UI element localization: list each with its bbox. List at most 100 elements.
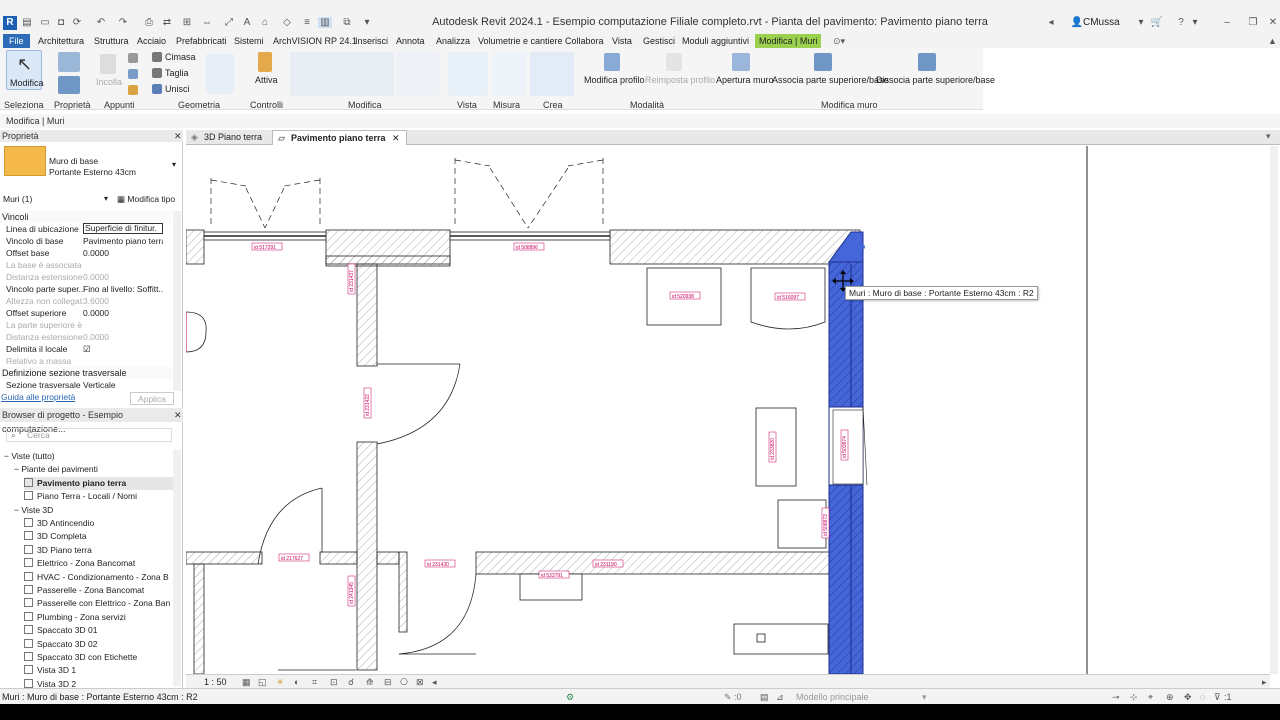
property-row[interactable]: Vincolo parte super... Fino al livello: S… [0, 283, 172, 295]
door-3[interactable] [398, 573, 477, 655]
door-2[interactable] [257, 487, 323, 565]
user-dropdown-icon[interactable]: ▾ [1134, 17, 1148, 28]
property-row-sezione[interactable]: Sezione trasversale Verticale [0, 379, 172, 391]
instance-filter[interactable]: Muri (1) [3, 194, 32, 204]
ribbon-toggle-icon[interactable]: ⊙▾ [833, 34, 845, 48]
select-links-icon[interactable]: ⊸ [1112, 689, 1120, 705]
type-name[interactable]: Muro di base [49, 156, 98, 166]
background-process-icon[interactable]: ◌ [1200, 689, 1205, 705]
tab-moduli-aggiuntivi[interactable]: Moduli aggiuntivi [682, 34, 749, 48]
property-value[interactable]: 0.0000 [83, 247, 163, 259]
close-browser-icon[interactable]: ✕ [174, 408, 182, 422]
tree-item-view[interactable]: 3D Antincendio [24, 517, 174, 530]
scroll-right-icon[interactable]: ▸ [1262, 675, 1267, 689]
tree-item-view[interactable]: HVAC - Condizionamento - Zona B [24, 571, 174, 584]
tab-prefabbricati[interactable]: Prefabbricati [176, 34, 227, 48]
editable-icon[interactable]: ✎ [724, 689, 732, 705]
cart-icon[interactable]: 🛒 [1150, 17, 1164, 28]
wall-interior-left[interactable] [325, 255, 451, 671]
tree-group[interactable]: − Viste (tutto) [4, 450, 174, 463]
atm-unit[interactable] [777, 499, 827, 549]
worksharing-icon[interactable]: ⊟ [384, 675, 392, 689]
type-selector-dropdown-icon[interactable]: ▾ [172, 160, 176, 169]
tag-520938[interactable]: id 520938 [672, 294, 694, 300]
tree-group[interactable]: − Viste 3D [14, 504, 174, 517]
close-tab-icon[interactable]: ✕ [392, 133, 400, 143]
properties-help-link[interactable]: Guida alle proprietà [1, 392, 75, 402]
wall-opening-icon[interactable] [732, 53, 750, 71]
properties-scrollbar[interactable] [173, 211, 181, 391]
browser-search-input[interactable]: ⌕ Cerca [6, 428, 172, 442]
edit-profile-icon[interactable] [604, 53, 620, 71]
geometry-tools-icon[interactable] [206, 54, 234, 94]
door-1[interactable] [376, 363, 461, 445]
property-row[interactable]: Vincolo di base Pavimento piano terra [0, 235, 172, 247]
filter-icon[interactable]: ⊽ [1214, 689, 1221, 705]
cut-geometry-button[interactable]: Taglia [165, 68, 189, 78]
highlight-icon[interactable]: ⊠ [416, 675, 424, 689]
modify-tools-icon[interactable] [290, 52, 394, 96]
properties-icon[interactable] [58, 52, 80, 72]
tab-gestisci[interactable]: Gestisci [643, 34, 675, 48]
sun-path-icon[interactable]: ☀ [276, 675, 284, 689]
tab-analizza[interactable]: Analizza [436, 34, 470, 48]
tree-item-view[interactable]: 3D Piano terra [24, 544, 174, 557]
ribbon-minimize-icon[interactable]: ▲ [1268, 34, 1277, 48]
property-value[interactable]: ☑ [83, 343, 163, 355]
property-row[interactable]: Offset base 0.0000 [0, 247, 172, 259]
temp-hide-icon[interactable]: ☌ [348, 675, 354, 689]
apply-button[interactable]: Applica [130, 392, 174, 405]
close-properties-icon[interactable]: ✕ [174, 130, 182, 142]
attach-button[interactable]: Associa parte superiore/base [772, 75, 889, 85]
tree-item-view[interactable]: Passerelle con Elettrico - Zona Ban [24, 597, 174, 610]
tag-533791[interactable]: id 533791 [541, 573, 563, 579]
tab-pavimento-piano-terra[interactable]: ▱ Pavimento piano terra ✕ [272, 130, 407, 145]
view-tools-icon[interactable] [448, 52, 488, 96]
help-icon[interactable]: ? [1174, 17, 1188, 28]
drawing-canvas[interactable]: id 517291 id 508896 id 520938 id 516097 … [186, 146, 1270, 674]
match-icon[interactable] [128, 85, 138, 95]
measure-tools-icon[interactable] [492, 52, 526, 96]
activate-button[interactable]: Attiva [255, 75, 278, 85]
design-options-icon[interactable]: ▤ [760, 689, 769, 705]
tab-3d-piano-terra[interactable]: ◈ 3D Piano terra [186, 130, 268, 145]
main-model-value[interactable]: Modello principale [796, 689, 869, 705]
tree-item-view[interactable]: Plumbing - Zona servizi [24, 611, 174, 624]
crop-view-icon[interactable]: ⌗ [312, 675, 317, 689]
tag-508873[interactable]: id 508873 [823, 514, 829, 536]
property-value[interactable]: Pavimento piano terra [83, 235, 163, 247]
canvas-scrollbar[interactable] [1270, 146, 1278, 674]
reveal-hidden-icon[interactable]: ⟰ [366, 675, 374, 689]
tree-item-view[interactable]: Elettrico - Zona Bancomat [24, 557, 174, 570]
type-properties-icon[interactable] [58, 76, 80, 94]
view-scale[interactable]: 1 : 50 [204, 675, 227, 689]
tab-inserisci[interactable]: Inserisci [355, 34, 388, 48]
tag-231430[interactable]: id 231430 [427, 562, 449, 568]
property-value[interactable]: Fino al livello: Soffitt... [83, 283, 163, 295]
detach-icon[interactable] [918, 53, 936, 71]
main-model-icon[interactable]: ⊿ [776, 689, 784, 705]
tab-file[interactable]: File [3, 34, 30, 48]
tree-item-view[interactable]: Spaccato 3D 02 [24, 638, 174, 651]
tag-517291[interactable]: id 517291 [254, 245, 276, 251]
select-face-icon[interactable]: ⊕ [1166, 689, 1174, 705]
drag-elements-icon[interactable]: ✥ [1184, 689, 1192, 705]
signin-icon[interactable]: ◂ [1044, 17, 1058, 28]
visual-style-icon[interactable]: ◱ [258, 675, 267, 689]
join-button[interactable]: Unisci [165, 84, 190, 94]
window-2[interactable] [449, 158, 611, 241]
modify-tools2-icon[interactable] [396, 52, 440, 96]
scroll-left-icon[interactable]: ◂ [432, 675, 437, 689]
select-pinned-icon[interactable]: ⌖ [1148, 689, 1153, 705]
tag-231437[interactable]: id 231437 [349, 270, 355, 292]
tag-508896[interactable]: id 508896 [516, 245, 538, 251]
tag-231190[interactable]: id 231190 [595, 562, 617, 568]
type-subname[interactable]: Portante Esterno 43cm [49, 167, 136, 177]
tree-item-view[interactable]: 3D Completa [24, 530, 174, 543]
detach-button[interactable]: Dissocia parte superiore/base [876, 75, 995, 85]
tree-item-view[interactable]: Piano Terra - Locali / Nomi [24, 490, 174, 503]
window-1[interactable] [203, 178, 327, 241]
tag-503874[interactable]: id 503874 [842, 436, 848, 458]
help-dropdown-icon[interactable]: ▾ [1188, 17, 1202, 28]
property-value[interactable]: 0.0000 [83, 307, 163, 319]
